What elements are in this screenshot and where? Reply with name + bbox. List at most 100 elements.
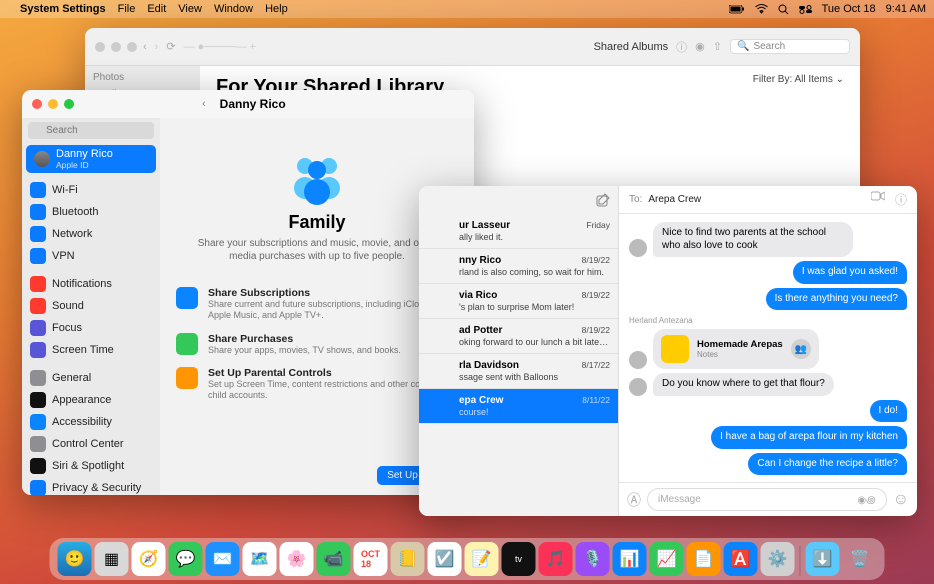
menu-view[interactable]: View [178,3,202,15]
sidebar-item-siri-spotlight[interactable]: Siri & Spotlight [22,455,160,477]
toolbar-title: Shared Albums [594,41,669,53]
dock-podcasts[interactable]: 🎙️ [576,542,610,576]
dock-appstore[interactable]: 🅰️ [724,542,758,576]
dock-trash[interactable]: 🗑️ [843,542,877,576]
menu-edit[interactable]: Edit [147,3,166,15]
conversation-name: epa Crew [459,395,503,406]
dock-downloads[interactable]: ⬇️ [806,542,840,576]
dock-numbers[interactable]: 📈 [650,542,684,576]
settings-window: ‹ Danny Rico Danny RicoApple ID Wi-FiBlu… [22,90,474,495]
sidebar-item-wi-fi[interactable]: Wi-Fi [22,179,160,201]
people-icon: 👥 [791,339,811,359]
control-center-icon[interactable] [799,5,812,14]
rotate-icon[interactable]: ⟳ [166,40,175,53]
close-button[interactable] [95,42,105,52]
family-subtitle: Share your subscriptions and music, movi… [197,237,437,263]
sidebar-icon [30,226,46,242]
compose-icon[interactable] [596,193,610,207]
conversation-row[interactable]: nny Rico8/19/22rland is also coming, so … [419,249,618,284]
dock-launchpad[interactable]: ▦ [95,542,129,576]
attachment-card[interactable]: Homemade Arepas Notes 👥 [653,329,819,369]
sidebar-item-screen-time[interactable]: Screen Time [22,339,160,361]
wifi-icon[interactable] [755,4,768,14]
menubar-time[interactable]: 9:41 AM [886,3,926,15]
dock-pages[interactable]: 📄 [687,542,721,576]
sidebar-icon [30,458,46,474]
sidebar-item-vpn[interactable]: VPN [22,245,160,267]
conversation-time: 8/19/22 [582,325,610,336]
app-menu[interactable]: System Settings [20,3,106,15]
sidebar-item-accessibility[interactable]: Accessibility [22,411,160,433]
menu-help[interactable]: Help [265,3,288,15]
dock-messages[interactable]: 💬 [169,542,203,576]
conversation-row[interactable]: via Rico8/19/22's plan to surprise Mom l… [419,284,618,319]
share-icon[interactable]: ⇧ [713,40,722,53]
back-button[interactable]: ‹ [202,98,206,110]
menu-file[interactable]: File [118,3,136,15]
minimize-button[interactable] [111,42,121,52]
avatar [629,378,647,396]
zoom-button[interactable] [64,99,74,109]
dock-tv[interactable]: tv [502,542,536,576]
menu-window[interactable]: Window [214,3,253,15]
conversation-row[interactable]: ur LasseurFridayally liked it. [419,214,618,249]
sidebar-icon [30,342,46,358]
dock-separator [800,546,801,576]
dock-notes[interactable]: 📝 [465,542,499,576]
back-button[interactable]: ‹ [143,41,147,53]
conversation-row[interactable]: rla Davidson8/17/22ssage sent with Ballo… [419,354,618,389]
spotlight-icon[interactable] [778,4,789,15]
emoji-icon[interactable]: ☺ [893,491,909,509]
close-button[interactable] [32,99,42,109]
people-icon[interactable]: ◉ [695,40,705,53]
sidebar-item-network[interactable]: Network [22,223,160,245]
info-icon[interactable]: ⓘ [676,39,687,55]
dock-calendar[interactable]: OCT18 [354,542,388,576]
message-out: Can I change the recipe a little? [748,453,907,476]
dock-mail[interactable]: ✉️ [206,542,240,576]
sidebar-item-control-center[interactable]: Control Center [22,433,160,455]
filter-dropdown[interactable]: Filter By: All Items ⌄ [753,74,844,85]
minimize-button[interactable] [48,99,58,109]
message-input[interactable]: iMessage ◉꩜ [647,488,887,511]
conversation-row[interactable]: epa Crew8/11/22course! [419,389,618,424]
voice-icon[interactable]: ◉꩜ [857,492,875,507]
sidebar-item-label: Appearance [52,394,111,406]
feature-icon [176,333,198,355]
apps-icon[interactable]: Ⓐ [627,490,641,510]
dock-music[interactable]: 🎵 [539,542,573,576]
dock-facetime[interactable]: 📹 [317,542,351,576]
forward-button[interactable]: › [155,41,159,53]
sidebar-item-privacy-security[interactable]: Privacy & Security [22,477,160,495]
sidebar-item-label: Focus [52,322,82,334]
feature-title: Share Purchases [208,333,401,345]
dock-photos[interactable]: 🌸 [280,542,314,576]
sidebar-item-appleid[interactable]: Danny RicoApple ID [26,145,156,173]
message-thread[interactable]: Nice to find two parents at the school w… [619,214,917,482]
photos-search[interactable]: 🔍 Search [730,39,850,54]
dock-reminders[interactable]: ☑️ [428,542,462,576]
menubar-date[interactable]: Tue Oct 18 [822,3,876,15]
sidebar-icon [30,204,46,220]
search-input[interactable] [28,122,154,139]
dock-settings[interactable]: ⚙️ [761,542,795,576]
sidebar-item-focus[interactable]: Focus [22,317,160,339]
battery-icon[interactable] [729,5,745,14]
sidebar-item-bluetooth[interactable]: Bluetooth [22,201,160,223]
facetime-icon[interactable] [871,191,885,208]
dock-safari[interactable]: 🧭 [132,542,166,576]
dock-contacts[interactable]: 📒 [391,542,425,576]
sidebar-item-label: Bluetooth [52,206,98,218]
dock-finder[interactable]: 🙂 [58,542,92,576]
dock-maps[interactable]: 🗺️ [243,542,277,576]
sidebar-item-notifications[interactable]: Notifications [22,273,160,295]
sidebar-item-sound[interactable]: Sound [22,295,160,317]
settings-search[interactable] [28,122,154,139]
sidebar-item-appearance[interactable]: Appearance [22,389,160,411]
sidebar-item-general[interactable]: General [22,367,160,389]
zoom-button[interactable] [127,42,137,52]
dock-keynote[interactable]: 📊 [613,542,647,576]
conversation-row[interactable]: ad Potter8/19/22oking forward to our lun… [419,319,618,354]
sidebar-icon [30,298,46,314]
info-icon[interactable]: ⓘ [895,191,907,208]
